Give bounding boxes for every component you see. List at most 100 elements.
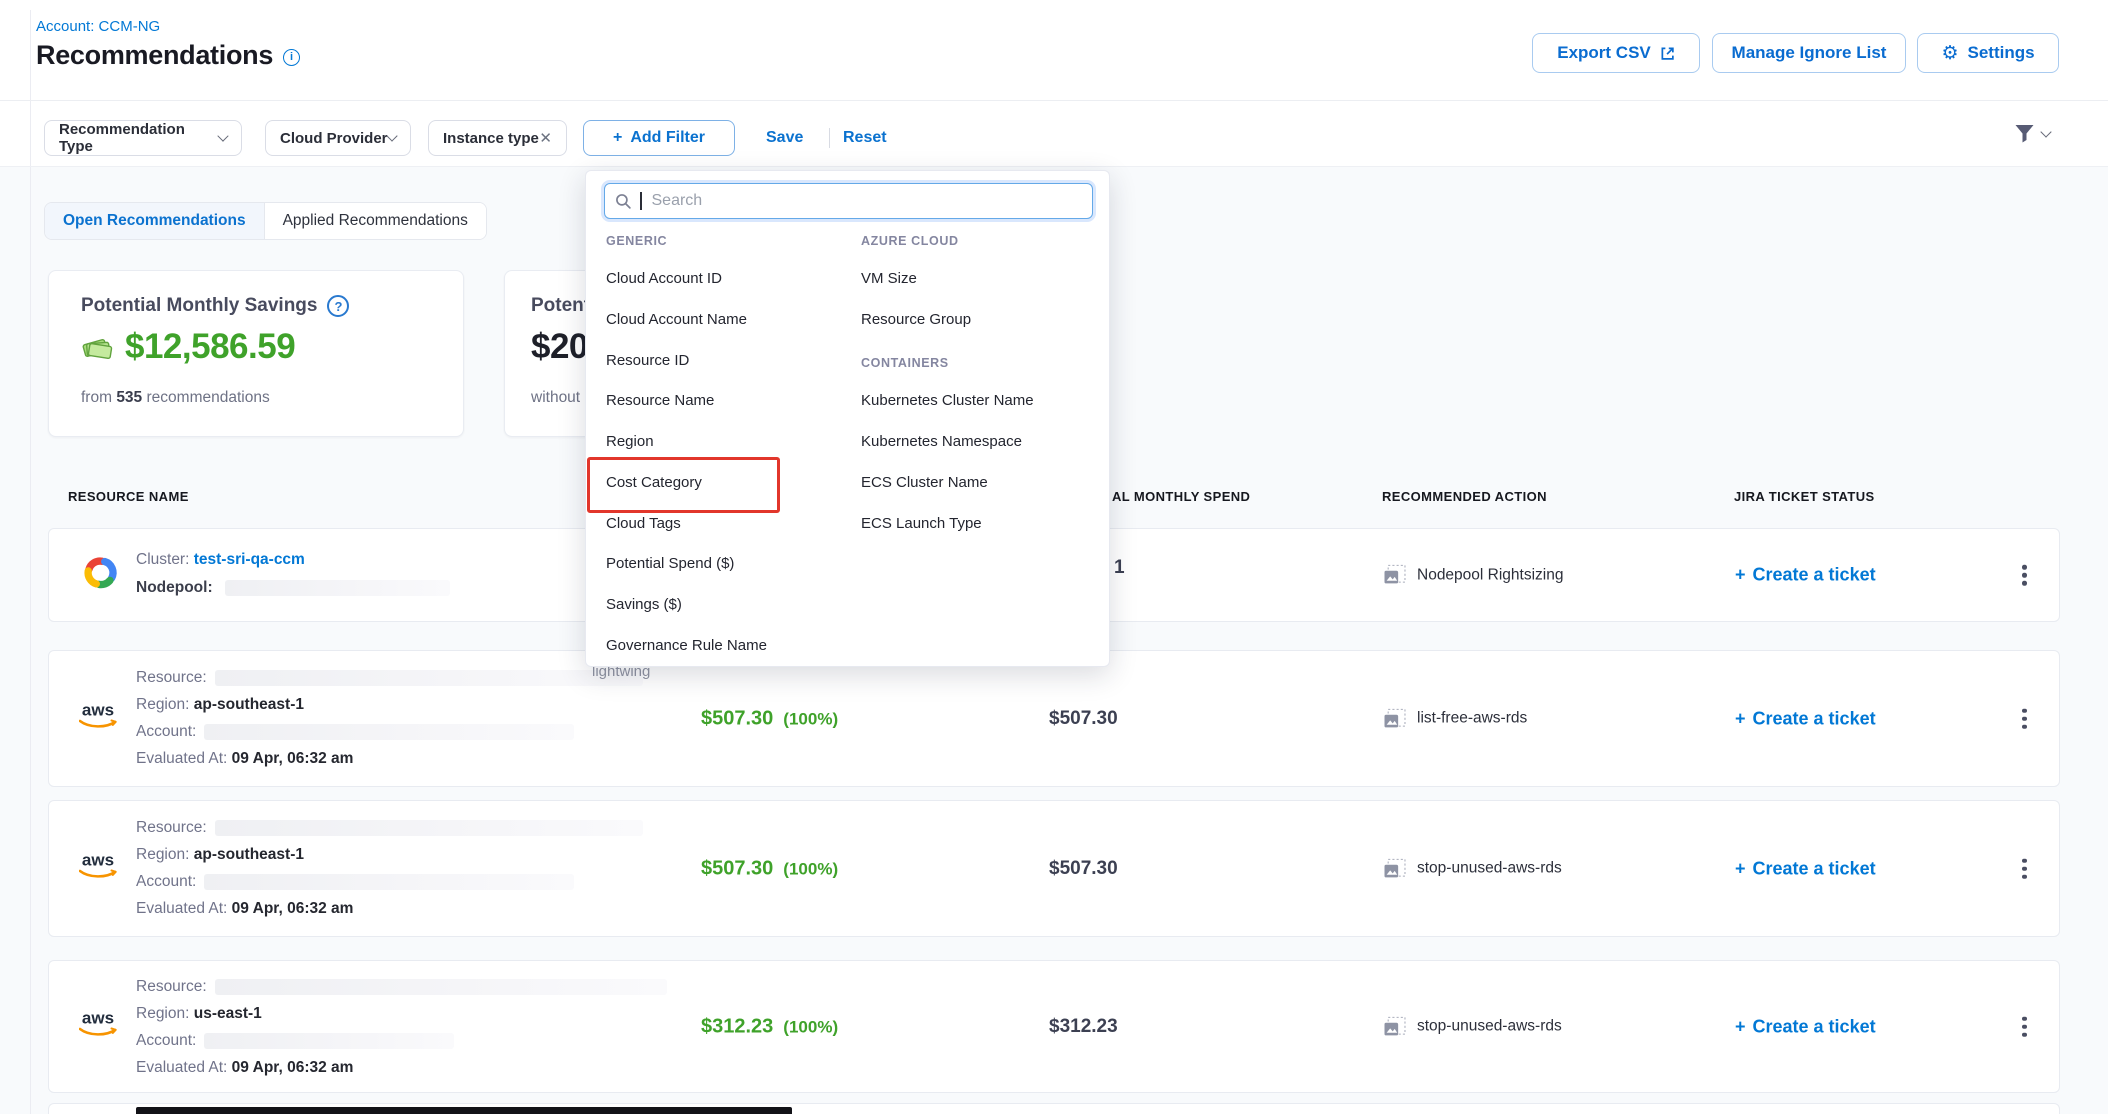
gear-icon: ⚙: [1941, 44, 1958, 63]
row-menu-kebab-icon[interactable]: [2017, 853, 2032, 884]
manage-ignore-list-label: Manage Ignore List: [1732, 43, 1887, 63]
column-header-total-monthly-spend: AL MONTHLY SPEND: [1112, 489, 1250, 504]
breadcrumb[interactable]: Account: CCM-NG: [36, 18, 160, 35]
filterbar-divider: [0, 166, 2108, 167]
cluster-label: Cluster:: [136, 551, 189, 568]
filter-option-cloud-account-name[interactable]: Cloud Account Name: [606, 311, 747, 329]
settings-button[interactable]: ⚙ Settings: [1917, 33, 2059, 73]
save-filter-button[interactable]: Save: [766, 120, 803, 156]
total-spend-value: $507.30: [1049, 708, 1118, 730]
money-bills-icon: [81, 334, 115, 361]
savings-amount: $12,586.59: [125, 327, 295, 367]
recommendations-tabs: Open Recommendations Applied Recommendat…: [44, 202, 487, 240]
filter-option-kubernetes-cluster-name[interactable]: Kubernetes Cluster Name: [861, 392, 1034, 410]
savings-percent: (100%): [783, 859, 838, 879]
redacted-account-value: [204, 1033, 454, 1049]
row-menu-kebab-icon[interactable]: [2017, 703, 2032, 734]
filter-option-region[interactable]: Region: [606, 433, 654, 451]
aws-icon: aws: [79, 703, 117, 734]
resource-name-cell: Resource: Region: ap-southeast-1 Account…: [136, 818, 643, 918]
manage-ignore-list-button[interactable]: Manage Ignore List: [1712, 33, 1906, 73]
savings-percent: (100%): [783, 1017, 838, 1037]
resource-label: Resource:: [136, 978, 207, 995]
filter-option-ecs-cluster-name[interactable]: ECS Cluster Name: [861, 474, 988, 492]
evaluated-value: 09 Apr, 06:32 am: [232, 750, 354, 767]
create-ticket-button[interactable]: + Create a ticket: [1735, 708, 1876, 729]
filter-option-vm-size[interactable]: VM Size: [861, 270, 917, 288]
evaluated-label: Evaluated At:: [136, 900, 227, 917]
reset-filter-button[interactable]: Reset: [843, 120, 887, 156]
search-icon: [615, 193, 632, 210]
row-menu-kebab-icon[interactable]: [2017, 1011, 2032, 1042]
tab-applied-recommendations[interactable]: Applied Recommendations: [264, 203, 486, 239]
action-image-placeholder-icon: [1383, 565, 1407, 586]
filter-option-potential-spend[interactable]: Potential Spend ($): [606, 555, 734, 573]
table-row[interactable]: aws Resource: Region: us-east-1 Account:…: [48, 960, 2060, 1093]
help-icon[interactable]: ?: [327, 295, 349, 317]
resource-label: Resource:: [136, 669, 207, 686]
aws-icon: aws: [79, 1011, 117, 1042]
chevron-down-icon: [2040, 126, 2051, 137]
action-label: Nodepool Rightsizing: [1417, 566, 1563, 584]
page-title-row: Recommendations i: [36, 40, 300, 71]
filter-search-box[interactable]: [604, 183, 1093, 219]
spend-amount-row: $20: [531, 327, 588, 367]
column-header-jira-ticket-status: JIRA TICKET STATUS: [1734, 489, 1875, 504]
redacted-account-value: [204, 724, 574, 740]
potential-savings-cell: $312.23 (100%): [701, 1015, 838, 1038]
filter-option-savings[interactable]: Savings ($): [606, 596, 682, 614]
info-icon[interactable]: i: [283, 49, 300, 66]
tab-open-recommendations[interactable]: Open Recommendations: [45, 203, 264, 239]
recommended-action-cell: stop-unused-aws-rds: [1383, 858, 1562, 879]
chip-label: Cloud Provider: [280, 130, 388, 147]
savings-card-title-row: Potential Monthly Savings ?: [81, 295, 349, 317]
filter-option-resource-id[interactable]: Resource ID: [606, 352, 689, 370]
aws-icon: aws: [79, 853, 117, 884]
filter-chip-recommendation-type[interactable]: Recommendation Type: [44, 120, 242, 156]
savings-amount-row: $12,586.59: [81, 327, 295, 367]
left-edge-divider: [30, 10, 31, 1114]
chevron-down-icon: [217, 130, 228, 141]
filter-option-cloud-account-id[interactable]: Cloud Account ID: [606, 270, 722, 288]
redacted-black-bar: [136, 1107, 792, 1114]
filter-option-cost-category[interactable]: Cost Category: [606, 474, 702, 492]
savings-percent: (100%): [783, 709, 838, 729]
table-row[interactable]: aws Resource: Region: ap-southeast-1 Acc…: [48, 800, 2060, 937]
table-row-partial[interactable]: [48, 1103, 2060, 1114]
cluster-link[interactable]: test-sri-qa-ccm: [194, 551, 305, 568]
filter-panel-toggle[interactable]: [2014, 124, 2050, 144]
create-ticket-button[interactable]: + Create a ticket: [1735, 1016, 1876, 1037]
filter-option-resource-group[interactable]: Resource Group: [861, 311, 971, 329]
action-label: stop-unused-aws-rds: [1417, 860, 1562, 878]
nodepool-line: Nodepool:: [136, 578, 450, 597]
table-row[interactable]: aws Resource: Region: ap-southeast-1 Acc…: [48, 650, 2060, 787]
close-icon[interactable]: ✕: [539, 129, 552, 147]
create-ticket-button[interactable]: + Create a ticket: [1735, 565, 1876, 586]
filter-option-ecs-launch-type[interactable]: ECS Launch Type: [861, 515, 982, 533]
plus-icon: +: [1735, 708, 1746, 729]
region-label: Region:: [136, 846, 189, 863]
resource-name-cell: Cluster: test-sri-qa-ccm Nodepool:: [136, 550, 450, 597]
filter-chip-cloud-provider[interactable]: Cloud Provider: [265, 120, 411, 156]
filter-option-cloud-tags[interactable]: Cloud Tags: [606, 515, 681, 533]
row-menu-kebab-icon[interactable]: [2017, 560, 2032, 591]
chevron-down-icon: [386, 130, 397, 141]
funnel-icon: [2014, 124, 2035, 144]
page-title: Recommendations: [36, 40, 273, 71]
spend-card-title-text: Potent: [531, 295, 590, 317]
recommended-action-cell: Nodepool Rightsizing: [1383, 565, 1563, 586]
filter-option-governance-rule-name[interactable]: Governance Rule Name: [606, 637, 767, 655]
filter-option-kubernetes-namespace[interactable]: Kubernetes Namespace: [861, 433, 1022, 451]
create-ticket-button[interactable]: + Create a ticket: [1735, 858, 1876, 879]
section-header-generic: GENERIC: [606, 234, 667, 248]
search-input[interactable]: [650, 191, 1083, 211]
external-link-icon: [1660, 46, 1675, 61]
add-filter-label: Add Filter: [630, 129, 705, 147]
add-filter-button[interactable]: + Add Filter: [583, 120, 735, 156]
export-csv-button[interactable]: Export CSV: [1532, 33, 1700, 73]
save-reset-divider: [829, 128, 830, 148]
region-label: Region:: [136, 696, 189, 713]
settings-label: Settings: [1967, 43, 2034, 63]
filter-option-resource-name[interactable]: Resource Name: [606, 392, 714, 410]
filter-chip-instance-type[interactable]: Instance type ✕: [428, 120, 567, 156]
